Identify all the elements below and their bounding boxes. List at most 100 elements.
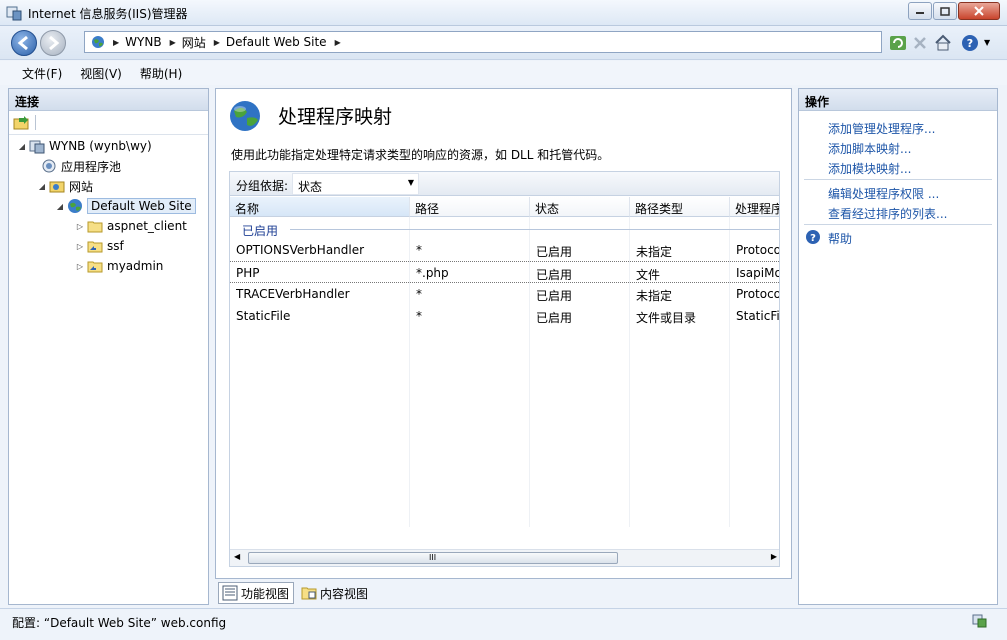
cell-path: * xyxy=(416,287,422,301)
cell-path: * xyxy=(416,309,422,323)
address-bar[interactable]: ▶ WYNB ▶ 网站 ▶ Default Web Site ▶ xyxy=(84,31,882,53)
tree-node-ssf[interactable]: ▷ ssf xyxy=(75,237,124,255)
tree-label: 应用程序池 xyxy=(61,159,122,174)
breadcrumb-separator-icon: ▶ xyxy=(213,37,220,47)
menu-help[interactable]: 帮助(H) xyxy=(140,65,182,82)
column-header-path-type[interactable]: 路径类型 xyxy=(630,197,730,217)
tab-label: 内容视图 xyxy=(320,586,369,601)
chevron-down-icon: ▼ xyxy=(407,178,414,187)
svg-text:?: ? xyxy=(810,233,816,244)
virtual-directory-icon xyxy=(87,261,103,273)
tab-content-view[interactable]: 内容视图 xyxy=(298,582,372,604)
app-pool-icon xyxy=(42,159,56,173)
expand-collapse-icon[interactable]: ◢ xyxy=(37,182,47,191)
breadcrumb-default-web-site[interactable]: Default Web Site xyxy=(226,35,327,49)
action-add-script-map[interactable]: 添加脚本映射... xyxy=(828,140,911,157)
toolbar-divider xyxy=(35,115,36,130)
menu-file[interactable]: 文件(F) xyxy=(22,65,62,82)
breadcrumb-wynb[interactable]: WYNB xyxy=(125,35,161,49)
tree-label: WYNB (wynb\wy) xyxy=(49,139,152,153)
expand-icon[interactable]: ▷ xyxy=(75,222,85,231)
group-by-select[interactable]: 状态 ▼ xyxy=(292,173,419,195)
group-by-bar: 分组依据: 状态 ▼ xyxy=(230,172,779,196)
table-row[interactable]: TRACEVerbHandler * 已启用 未指定 ProtocolSuppo… xyxy=(230,283,779,305)
cell-state: 已启用 xyxy=(536,311,573,325)
cell-path: * xyxy=(416,243,422,257)
refresh-icon[interactable] xyxy=(889,34,907,52)
globe-feature-icon xyxy=(230,101,260,131)
cell-path-type: 未指定 xyxy=(636,289,673,303)
column-header-name[interactable]: 名称 xyxy=(230,197,410,217)
action-add-module-mapping[interactable]: 添加模块映射... xyxy=(828,160,911,177)
group-by-label: 分组依据: xyxy=(236,179,289,193)
svg-text:?: ? xyxy=(967,37,973,50)
stop-icon[interactable] xyxy=(911,34,929,52)
feature-pane: 处理程序映射 使用此功能指定处理特定请求类型的响应的资源，如 DLL 和托管代码… xyxy=(215,88,792,579)
tree-node-sites[interactable]: ◢ 网站 xyxy=(37,177,93,195)
virtual-directory-icon xyxy=(87,241,103,253)
cell-handler: IsapiModule xyxy=(736,266,779,280)
minimize-button[interactable] xyxy=(908,2,932,20)
minimize-icon xyxy=(916,12,924,14)
globe-icon xyxy=(92,36,104,48)
maximize-button[interactable] xyxy=(933,2,957,20)
help-icon[interactable]: ? xyxy=(961,34,979,52)
cell-state: 已启用 xyxy=(536,268,573,282)
cell-handler: StaticFileModule xyxy=(736,309,780,323)
scrollbar-thumb[interactable]: III xyxy=(248,552,618,564)
help-dropdown-icon[interactable]: ▼ xyxy=(984,38,990,47)
actions-divider xyxy=(804,224,992,225)
expand-icon[interactable]: ▷ xyxy=(75,242,85,251)
breadcrumb-separator-icon: ▶ xyxy=(169,37,176,47)
action-edit-handler-permissions[interactable]: 编辑处理程序权限 ... xyxy=(828,185,939,202)
expand-icon[interactable]: ▷ xyxy=(75,262,85,271)
cell-state: 已启用 xyxy=(536,245,573,259)
cell-name: OPTIONSVerbHandler xyxy=(236,243,365,257)
menu-view[interactable]: 视图(V) xyxy=(80,65,122,82)
globe-icon xyxy=(68,199,82,213)
column-header-state[interactable]: 状态 xyxy=(530,197,630,217)
group-header-enabled[interactable]: 已启用 xyxy=(230,219,779,239)
cell-name: TRACEVerbHandler xyxy=(236,287,350,301)
scroll-left-icon[interactable]: ◀ xyxy=(234,552,240,561)
expand-collapse-icon[interactable]: ◢ xyxy=(55,202,65,211)
forward-button[interactable] xyxy=(40,30,66,56)
actions-header: 操作 xyxy=(799,89,997,111)
tree-node-myadmin[interactable]: ▷ myadmin xyxy=(75,257,163,275)
expand-collapse-icon[interactable]: ◢ xyxy=(17,142,27,151)
navigation-bar: ▶ WYNB ▶ 网站 ▶ Default Web Site ▶ ? ▼ xyxy=(0,26,1007,60)
close-button[interactable] xyxy=(958,2,1000,20)
action-help[interactable]: 帮助 xyxy=(828,230,852,247)
home-icon[interactable] xyxy=(934,34,952,52)
tree-label: aspnet_client xyxy=(107,219,187,233)
actions-pane: 操作 添加管理处理程序... 添加脚本映射... 添加模块映射... 编辑处理程… xyxy=(798,88,998,605)
back-button[interactable] xyxy=(11,30,37,56)
scroll-grip: III xyxy=(429,553,437,562)
connect-icon[interactable] xyxy=(13,115,29,131)
column-header-handler[interactable]: 处理程序 xyxy=(730,197,779,217)
server-icon xyxy=(29,140,45,154)
action-add-managed-handler[interactable]: 添加管理处理程序... xyxy=(828,120,935,137)
table-row[interactable]: StaticFile * 已启用 文件或目录 StaticFileModule xyxy=(230,305,780,327)
column-header-path[interactable]: 路径 xyxy=(410,197,530,217)
content-view-icon xyxy=(301,587,317,600)
scroll-right-icon[interactable]: ▶ xyxy=(771,552,777,561)
title-bar: Internet 信息服务(IIS)管理器 xyxy=(0,0,1007,26)
horizontal-scrollbar[interactable]: ◀ III ▶ xyxy=(230,549,779,566)
view-tabs: 功能视图 内容视图 xyxy=(218,582,376,604)
table-row[interactable]: OPTIONSVerbHandler * 已启用 未指定 ProtocolSup… xyxy=(230,239,779,261)
tab-features-view[interactable]: 功能视图 xyxy=(218,582,295,604)
tree-node-app-pools[interactable]: 应用程序池 xyxy=(41,157,121,175)
tree-node-server[interactable]: ◢ WYNB (wynb\wy) xyxy=(17,137,152,155)
table-row[interactable]: PHP *.php 已启用 文件 IsapiModule xyxy=(230,261,779,283)
tree-node-aspnet-client[interactable]: ▷ aspnet_client xyxy=(75,217,187,235)
forward-arrow-icon xyxy=(49,35,60,51)
action-view-ordered-list[interactable]: 查看经过排序的列表... xyxy=(828,205,947,222)
page-description: 使用此功能指定处理特定请求类型的响应的资源，如 DLL 和托管代码。 xyxy=(231,148,610,162)
tree-node-default-web-site[interactable]: ◢ Default Web Site xyxy=(55,197,196,215)
back-arrow-icon xyxy=(17,35,28,51)
cell-path-type: 未指定 xyxy=(636,245,673,259)
maximize-icon xyxy=(940,6,950,16)
breadcrumb-sites[interactable]: 网站 xyxy=(182,34,206,51)
breadcrumb-separator-icon: ▶ xyxy=(113,37,120,47)
